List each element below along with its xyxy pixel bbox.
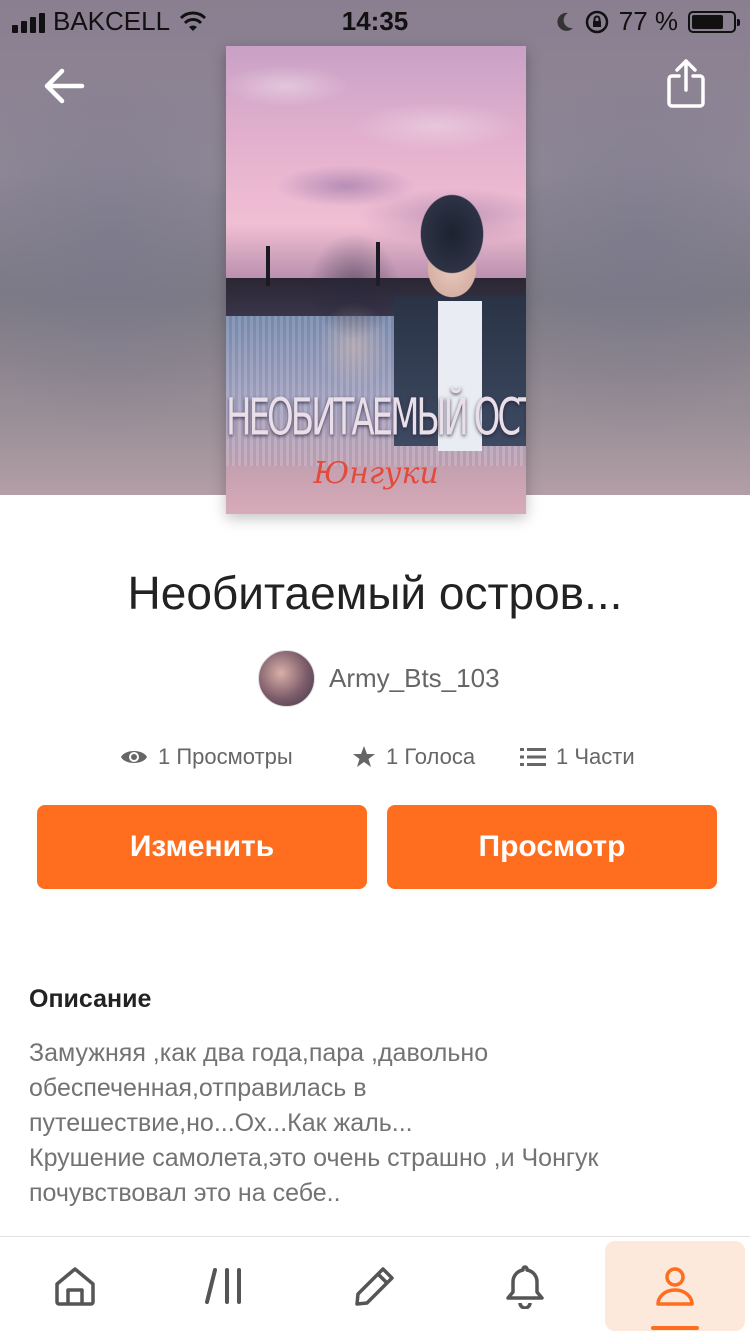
views-stat: 1 Просмотры bbox=[120, 744, 293, 770]
description-text: Замужняя ,как два года,пара ,давольно об… bbox=[29, 1039, 599, 1207]
nav-write[interactable] bbox=[300, 1237, 450, 1334]
nav-active-indicator bbox=[651, 1326, 699, 1330]
nav-notifications[interactable] bbox=[450, 1237, 600, 1334]
moon-icon bbox=[557, 12, 573, 31]
nav-home[interactable] bbox=[0, 1237, 150, 1334]
status-bar: BAKCELL 14:35 77 % bbox=[0, 0, 750, 40]
cover-title-text: НЕОБИТАЕМЫЙ ОСТРОВ.. bbox=[226, 388, 526, 448]
story-cover: НЕОБИТАЕМЫЙ ОСТРОВ.. Юнгуки bbox=[226, 46, 526, 514]
pencil-icon bbox=[355, 1267, 394, 1306]
cover-palm bbox=[266, 246, 270, 286]
bottom-nav bbox=[0, 1236, 750, 1334]
edit-button[interactable]: Изменить bbox=[37, 805, 367, 889]
view-button[interactable]: Просмотр bbox=[387, 805, 717, 889]
battery-percent: 77 % bbox=[618, 6, 678, 36]
story-stats: 1 Просмотры 1 Голоса 1 Части bbox=[0, 740, 750, 776]
share-icon bbox=[667, 59, 705, 108]
cover-author-text: Юнгуки bbox=[313, 456, 439, 491]
author-name[interactable]: Army_Bts_103 bbox=[329, 663, 500, 694]
status-right: 77 % bbox=[555, 6, 740, 37]
author-row[interactable]: Army_Bts_103 bbox=[258, 650, 500, 707]
votes-count: 1 Голоса bbox=[386, 744, 476, 769]
library-icon bbox=[205, 1268, 241, 1304]
story-title: Необитаемый остров... bbox=[127, 567, 623, 619]
description-heading: Описание bbox=[29, 985, 152, 1013]
share-button[interactable] bbox=[662, 56, 710, 112]
star-icon bbox=[353, 746, 375, 767]
eye-icon bbox=[121, 751, 147, 763]
list-icon bbox=[520, 748, 546, 766]
back-button[interactable] bbox=[38, 60, 90, 112]
nav-library[interactable] bbox=[150, 1237, 300, 1334]
parts-stat: 1 Части bbox=[520, 744, 635, 770]
arrow-left-icon bbox=[44, 68, 85, 104]
votes-stat: 1 Голоса bbox=[352, 744, 475, 770]
battery-fill bbox=[692, 14, 723, 29]
views-count: 1 Просмотры bbox=[158, 744, 293, 769]
avatar[interactable] bbox=[258, 650, 315, 707]
parts-count: 1 Части bbox=[556, 744, 635, 769]
home-icon bbox=[55, 1267, 95, 1306]
bell-icon bbox=[506, 1265, 544, 1309]
battery-icon bbox=[688, 10, 740, 33]
profile-icon bbox=[656, 1267, 694, 1306]
nav-profile[interactable] bbox=[605, 1241, 745, 1331]
rotation-lock-icon bbox=[585, 10, 608, 33]
